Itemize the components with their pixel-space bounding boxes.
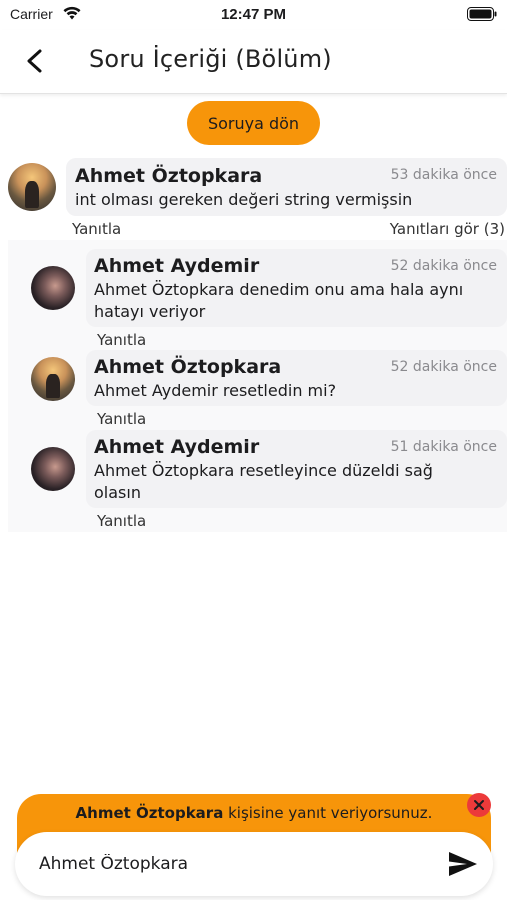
reply-bubble: Ahmet Öztopkara 52 dakika önce Ahmet Ayd…: [86, 350, 507, 406]
comment-author: Ahmet Öztopkara: [75, 165, 263, 187]
reply-button[interactable]: Yanıtla: [97, 331, 146, 349]
avatar: [31, 357, 75, 401]
reply-author: Ahmet Öztopkara: [94, 356, 282, 378]
chevron-left-icon[interactable]: [22, 46, 48, 76]
avatar: [8, 163, 56, 211]
reply-target-suffix: kişisine yanıt veriyorsunuz.: [223, 804, 433, 822]
comment-time: 53 dakika önce: [390, 167, 497, 183]
reply-time: 52 dakika önce: [390, 258, 497, 274]
page-title: Soru İçeriği (Bölüm): [89, 45, 332, 73]
reply-input-container: [15, 832, 493, 896]
avatar: [31, 447, 75, 491]
reply-text: Ahmet Aydemir resetledin mi?: [94, 381, 337, 400]
close-x-glyph: [474, 800, 484, 810]
battery-icon: [467, 7, 497, 21]
reply-author: Ahmet Aydemir: [94, 436, 260, 458]
reply-target-name: Ahmet Öztopkara: [75, 804, 224, 822]
reply-button[interactable]: Yanıtla: [72, 220, 121, 238]
reply-time: 52 dakika önce: [390, 359, 497, 375]
reply-author: Ahmet Aydemir: [94, 255, 260, 277]
reply-text: olasın: [94, 483, 141, 502]
nav-bar: Soru İçeriği (Bölüm): [0, 30, 507, 94]
reply-time: 51 dakika önce: [390, 439, 497, 455]
reply-button[interactable]: Yanıtla: [97, 410, 146, 428]
reply-text: Ahmet Öztopkara resetleyince düzeldi sağ: [94, 461, 433, 480]
reply-text: Ahmet Öztopkara denedim onu ama hala ayn…: [94, 280, 464, 299]
comment-bubble: Ahmet Öztopkara 53 dakika önce int olmas…: [66, 158, 507, 216]
close-icon[interactable]: [467, 793, 491, 817]
view-replies-button[interactable]: Yanıtları gör (3): [390, 220, 505, 238]
avatar: [31, 266, 75, 310]
status-bar: Carrier 12:47 PM: [0, 0, 507, 30]
reply-bubble: Ahmet Aydemir 52 dakika önce Ahmet Öztop…: [86, 249, 507, 327]
reply-text: hatayı veriyor: [94, 302, 206, 321]
reply-target-text: Ahmet Öztopkara kişisine yanıt veriyorsu…: [17, 804, 491, 822]
status-clock: 12:47 PM: [220, 6, 287, 23]
reply-input[interactable]: [39, 852, 419, 876]
send-icon[interactable]: [448, 851, 478, 877]
back-to-question-button[interactable]: Soruya dön: [187, 101, 320, 145]
comment-text: int olması gereken değeri string vermişs…: [75, 190, 413, 209]
reply-button[interactable]: Yanıtla: [97, 512, 146, 530]
reply-bubble: Ahmet Aydemir 51 dakika önce Ahmet Öztop…: [86, 430, 507, 508]
